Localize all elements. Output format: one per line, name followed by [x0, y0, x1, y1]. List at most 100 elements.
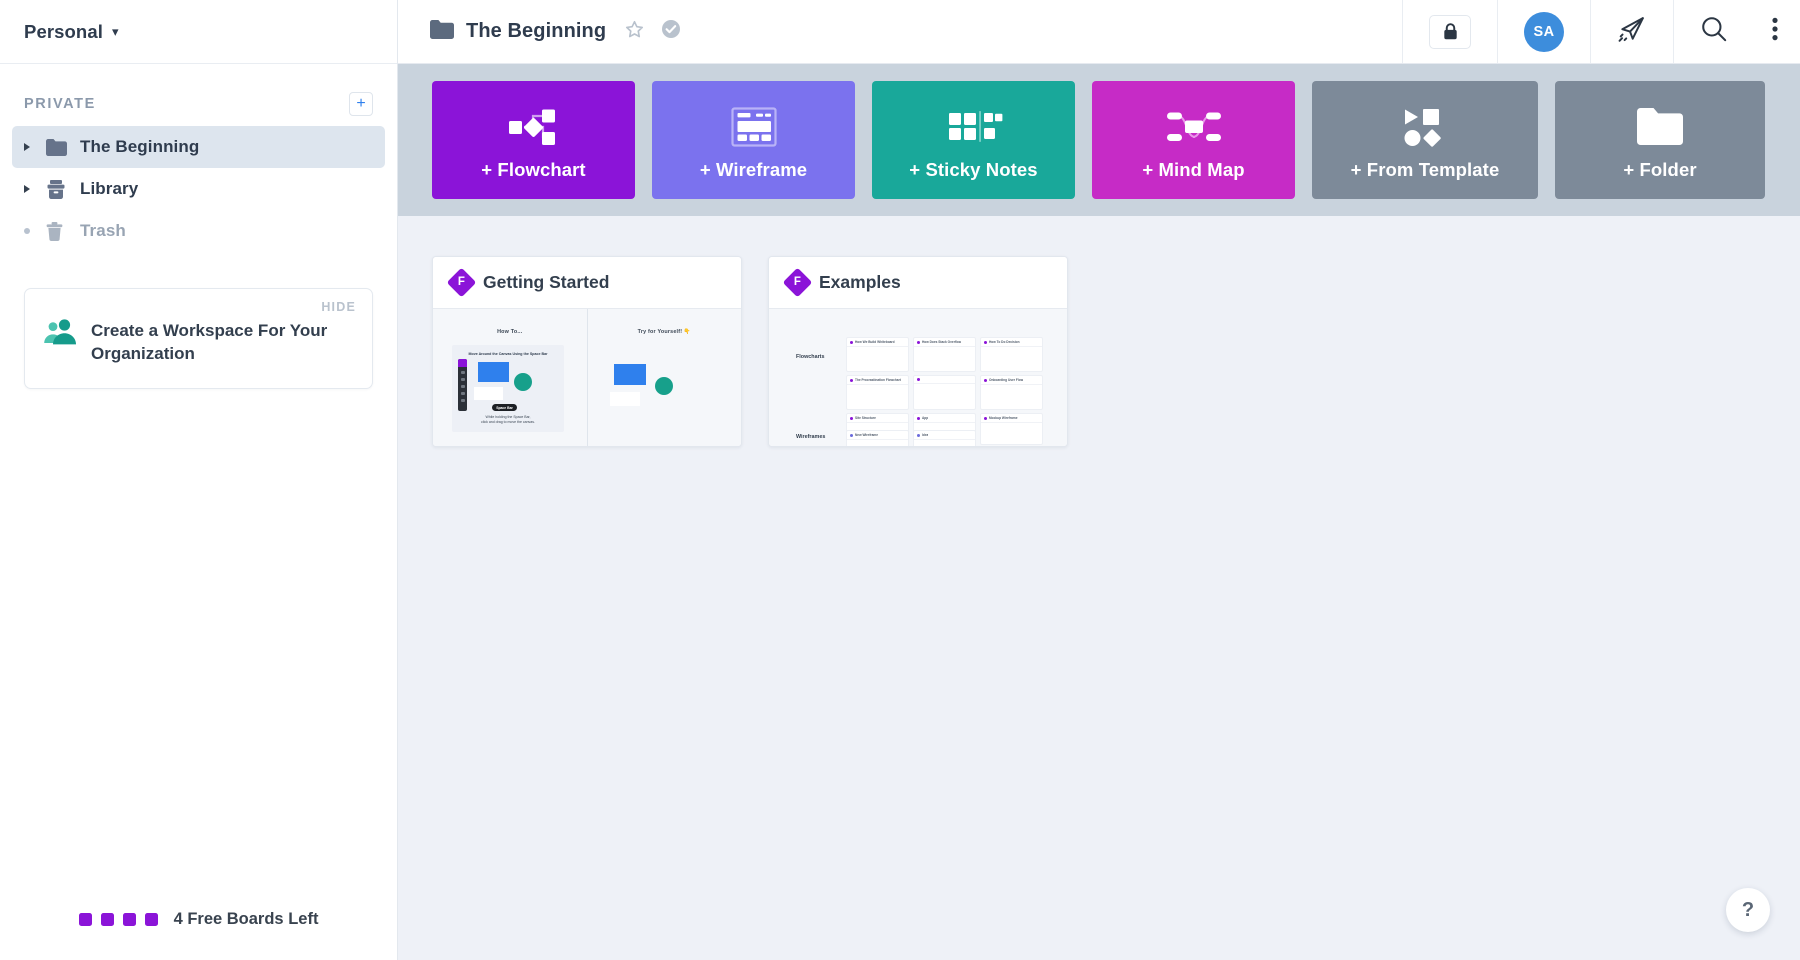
- main-area: The Beginning SA + Flowchart + Wireframe…: [398, 0, 1800, 960]
- thumb-pill-label: Space Bar: [492, 404, 517, 411]
- sidebar-item-the-beginning[interactable]: The Beginning: [12, 126, 385, 168]
- board-card-header: F Getting Started: [433, 257, 741, 309]
- folder-icon: [1635, 99, 1685, 155]
- create-workspace-title: Create a Workspace For Your Organization: [91, 321, 328, 364]
- thumb-column-try-it: Try for Yourself! 👇: [586, 309, 742, 446]
- library-icon: [46, 179, 80, 199]
- button-label: + Wireframe: [699, 159, 808, 180]
- button-label: + Sticky Notes: [909, 159, 1038, 180]
- figjam-diamond-icon: F: [446, 267, 477, 298]
- create-sticky-notes-button[interactable]: + Sticky Notes: [872, 81, 1075, 199]
- shapes-icon: [1401, 99, 1449, 155]
- flowchart-icon: [506, 99, 562, 155]
- create-folder-button[interactable]: + Folder: [1555, 81, 1765, 199]
- thumb-tile-title: App: [922, 416, 929, 420]
- figjam-diamond-icon: F: [782, 267, 813, 298]
- create-flowchart-button[interactable]: + Flowchart: [432, 81, 635, 199]
- thumb-tile: [913, 375, 976, 410]
- thumb-tile: How To Do Decision: [980, 337, 1043, 372]
- board-title: Examples: [819, 272, 901, 292]
- thumb-tile-title: Mockup Wireframe: [989, 416, 1018, 420]
- sticky-notes-icon: [945, 99, 1003, 155]
- hide-promo-button[interactable]: HIDE: [321, 300, 356, 314]
- sidebar: Personal ▾ PRIVATE + The Beginning Libra…: [0, 0, 398, 960]
- boards-grid: F Getting Started How To... Move Around …: [398, 216, 1800, 960]
- check-circle-icon[interactable]: [661, 19, 681, 44]
- sidebar-item-library[interactable]: Library: [12, 168, 385, 210]
- avatar[interactable]: SA: [1497, 0, 1590, 63]
- free-boards-indicator: 4 Free Boards Left: [0, 878, 397, 960]
- thumb-tile-title: The Procrastination Flowchart: [855, 378, 901, 382]
- workspace-switcher[interactable]: Personal ▾: [0, 0, 397, 64]
- board-thumbnail: Flowcharts Wireframes How We Build White…: [769, 309, 1067, 446]
- private-section-title: PRIVATE: [24, 96, 96, 112]
- sidebar-tree: The Beginning Library Trash: [0, 126, 397, 252]
- app-root: Personal ▾ PRIVATE + The Beginning Libra…: [0, 0, 1800, 960]
- create-mind-map-button[interactable]: + Mind Map: [1092, 81, 1295, 199]
- thumb-tile-title: How Does Stack Overflow: [922, 340, 962, 344]
- sidebar-item-label: The Beginning: [80, 137, 200, 156]
- thumb-tile-title: Site Structure: [855, 416, 876, 420]
- thumb-column-how-to: How To... Move Around the Canvas Using t…: [433, 309, 587, 446]
- create-workspace-card[interactable]: HIDE Create a Workspace For Your Organiz…: [24, 288, 373, 389]
- button-label: + Folder: [1623, 159, 1697, 180]
- share-button[interactable]: [1590, 0, 1673, 63]
- mind-map-icon: [1164, 99, 1224, 155]
- thumb-section-label-wireframes: Wireframes: [796, 434, 826, 440]
- board-card-examples[interactable]: F Examples Flowcharts Wireframes How We …: [768, 256, 1068, 447]
- breadcrumb: The Beginning: [398, 19, 1402, 45]
- add-item-button[interactable]: +: [349, 92, 373, 116]
- create-from-template-button[interactable]: + From Template: [1312, 81, 1538, 199]
- thumb-tile-title: Idea: [922, 433, 929, 437]
- board-card-header: F Examples: [769, 257, 1067, 309]
- lock-icon: [1429, 14, 1471, 49]
- folder-icon: [46, 138, 80, 156]
- thumb-section-label-flowcharts: Flowcharts: [796, 354, 825, 360]
- thumb-caption-2: click and drag to move the canvas.: [481, 420, 535, 424]
- button-label: + Mind Map: [1142, 159, 1245, 180]
- bullet-dot-icon: [24, 228, 46, 234]
- thumb-tile: The Procrastination Flowchart: [846, 375, 909, 410]
- thumb-tile: How We Build Whiteboard: [846, 337, 909, 372]
- lock-button[interactable]: [1402, 0, 1497, 63]
- sidebar-item-label: Library: [80, 179, 139, 198]
- wireframe-icon: [728, 99, 780, 155]
- board-thumbnail: How To... Move Around the Canvas Using t…: [433, 309, 741, 446]
- sidebar-item-label: Trash: [80, 221, 126, 240]
- free-boards-squares: [78, 912, 158, 926]
- thumb-tile: Mockup Wireframe: [980, 413, 1043, 445]
- workspace-name: Personal: [24, 20, 103, 42]
- thumb-tile: Idea: [913, 430, 976, 446]
- thumb-tile-title: Onboarding User Flow: [989, 378, 1024, 382]
- more-menu-button[interactable]: [1754, 0, 1800, 63]
- search-button[interactable]: [1673, 0, 1754, 63]
- chevron-down-icon: ▾: [111, 24, 119, 39]
- trash-icon: [46, 221, 80, 241]
- help-button[interactable]: ?: [1726, 888, 1770, 932]
- button-label: + From Template: [1350, 159, 1500, 180]
- sidebar-item-trash[interactable]: Trash: [12, 210, 385, 252]
- thumb-heading-right: Try for Yourself! 👇: [637, 329, 691, 335]
- people-icon: [43, 319, 77, 350]
- thumb-card-heading: Move Around the Canvas Using the Space B…: [468, 352, 548, 356]
- folder-icon: [430, 19, 454, 44]
- create-action-bar: + Flowchart + Wireframe + Sticky Notes +…: [398, 64, 1800, 216]
- thumb-tile: How Does Stack Overflow: [913, 337, 976, 372]
- thumb-tile-title: How We Build Whiteboard: [855, 340, 895, 344]
- free-boards-label: 4 Free Boards Left: [173, 909, 319, 928]
- expand-triangle-icon[interactable]: [24, 143, 46, 151]
- expand-triangle-icon[interactable]: [24, 185, 46, 193]
- board-card-getting-started[interactable]: F Getting Started How To... Move Around …: [432, 256, 742, 447]
- board-title: Getting Started: [483, 272, 610, 292]
- thumb-toolbar: [458, 359, 467, 411]
- thumb-inner-card: Move Around the Canvas Using the Space B…: [452, 345, 564, 432]
- thumb-tile-title: How To Do Decision: [989, 340, 1020, 344]
- top-bar: The Beginning SA: [398, 0, 1800, 64]
- star-outline-icon[interactable]: [624, 19, 645, 45]
- private-section-header: PRIVATE +: [0, 64, 397, 126]
- search-icon: [1700, 15, 1728, 48]
- thumb-tile: Onboarding User Flow: [980, 375, 1043, 410]
- create-wireframe-button[interactable]: + Wireframe: [652, 81, 855, 199]
- avatar-initials: SA: [1524, 11, 1564, 52]
- top-bar-actions: SA: [1402, 0, 1800, 63]
